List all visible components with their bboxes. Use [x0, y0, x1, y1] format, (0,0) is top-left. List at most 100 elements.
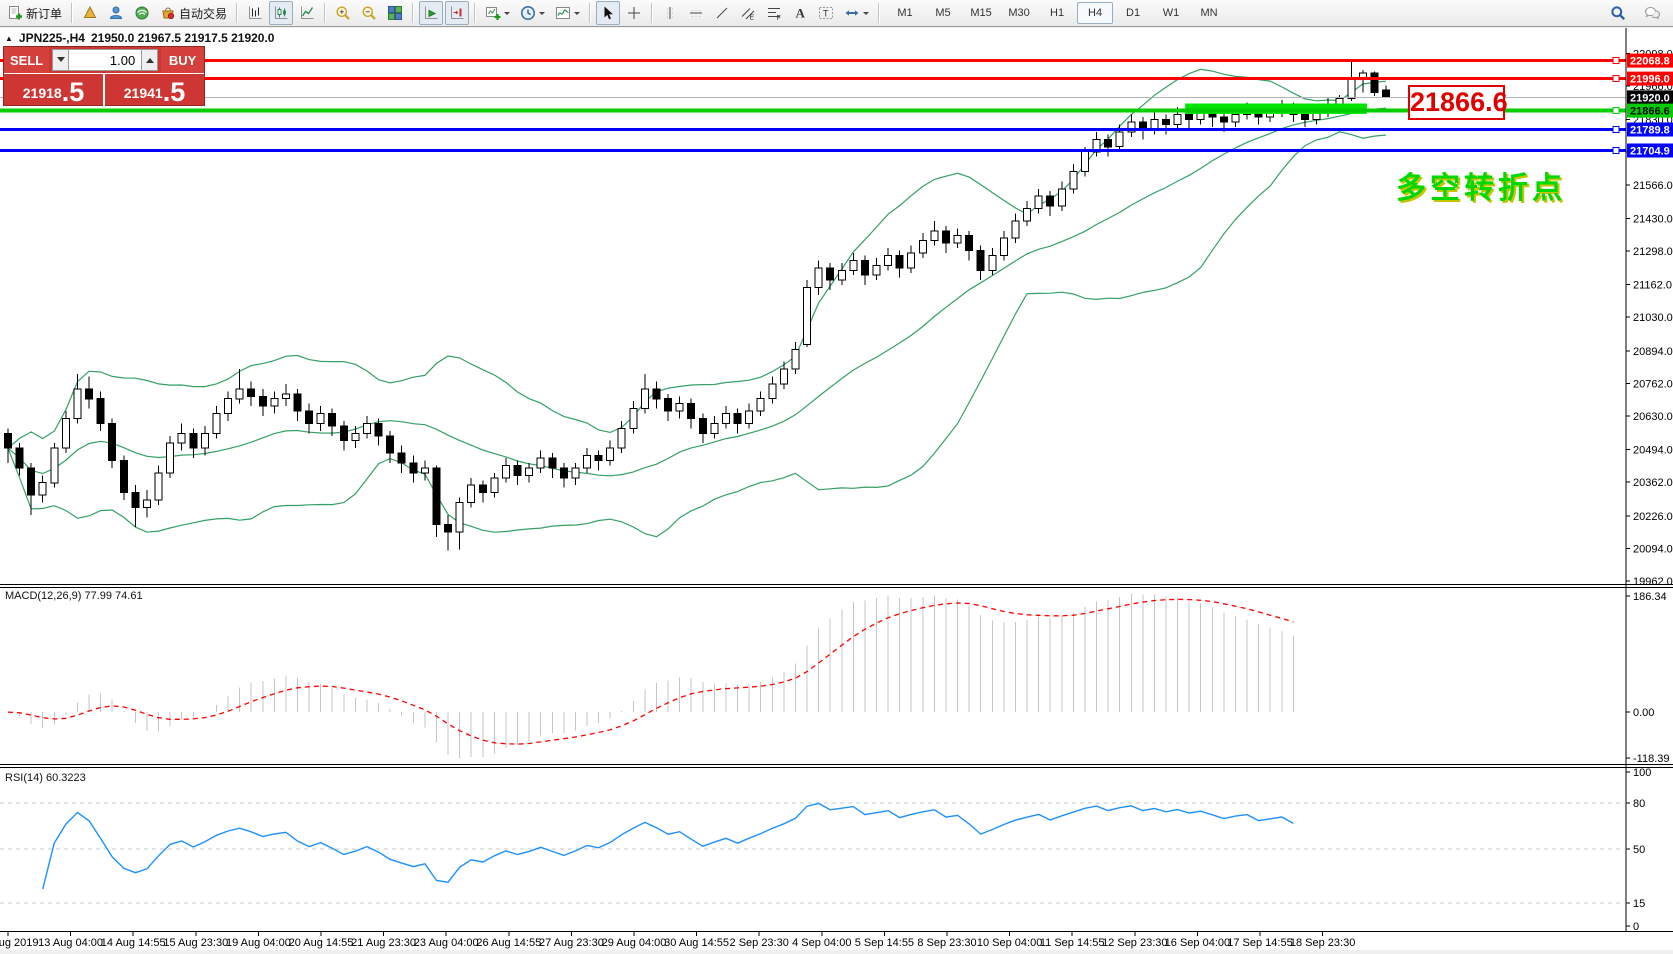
candle — [804, 280, 811, 347]
svg-text:E: E — [750, 15, 755, 22]
chat-icon — [1644, 5, 1660, 21]
auto-trading-button[interactable]: 自动交易 — [156, 1, 231, 25]
volume-decrease-button[interactable] — [52, 49, 69, 71]
channel-button[interactable]: E — [736, 1, 760, 25]
buy-button[interactable]: BUY — [161, 47, 204, 73]
price-label: 21789.8 — [1627, 123, 1673, 137]
trendline-icon — [714, 5, 730, 21]
arrows-button[interactable] — [840, 1, 873, 25]
toolbar: 新订单 自动交易 E FAT M1M5M15M30H1H4D1W1MN — [0, 0, 1673, 27]
svg-text:21566.0: 21566.0 — [1633, 180, 1673, 192]
line-chart-button[interactable] — [295, 1, 319, 25]
svg-text:15: 15 — [1633, 898, 1645, 910]
tile-windows-button[interactable] — [383, 1, 407, 25]
svg-text:21298.0: 21298.0 — [1633, 246, 1673, 258]
svg-text:20762.0: 20762.0 — [1633, 378, 1673, 390]
timeframe-button-w1[interactable]: W1 — [1153, 2, 1189, 24]
svg-text:20094.0: 20094.0 — [1633, 544, 1673, 556]
zoom-out-icon — [361, 5, 377, 21]
svg-text:20894.0: 20894.0 — [1633, 346, 1673, 358]
toolbar-separator — [878, 3, 880, 23]
svg-text:21866.6: 21866.6 — [1630, 106, 1670, 118]
timeframe-button-m5[interactable]: M5 — [925, 2, 961, 24]
chevron-down-icon — [574, 12, 580, 18]
indicators-button[interactable] — [551, 1, 584, 25]
svg-text:21430.0: 21430.0 — [1633, 213, 1673, 225]
svg-text:11 Aug 2019: 11 Aug 2019 — [0, 937, 38, 949]
search-button[interactable] — [1606, 1, 1630, 25]
chat-button[interactable] — [1640, 1, 1664, 25]
channel-icon: E — [740, 5, 756, 21]
mql5-button[interactable] — [78, 1, 102, 25]
svg-text:186.34: 186.34 — [1633, 591, 1667, 603]
chart-shift-button[interactable] — [445, 1, 469, 25]
svg-text:19 Aug 04:00: 19 Aug 04:00 — [226, 937, 291, 949]
svg-text:20226.0: 20226.0 — [1633, 511, 1673, 523]
svg-text:21996.0: 21996.0 — [1630, 74, 1670, 86]
text-annotation[interactable]: 多空转折点 — [1396, 163, 1566, 207]
toolbar-separator — [324, 3, 326, 23]
svg-text:50: 50 — [1633, 844, 1645, 856]
svg-text:21 Aug 23:30: 21 Aug 23:30 — [351, 937, 416, 949]
sell-button[interactable]: SELL — [4, 47, 49, 73]
community-button[interactable] — [104, 1, 128, 25]
buy-price[interactable]: 21941.5 — [103, 74, 204, 106]
cursor-button[interactable] — [596, 1, 620, 25]
timeframe-button-h1[interactable]: H1 — [1039, 2, 1075, 24]
chevron-down-icon — [504, 12, 510, 18]
auto-scroll-button[interactable] — [419, 1, 443, 25]
auto-trading-button-label: 自动交易 — [179, 5, 227, 22]
vline-button[interactable] — [658, 1, 682, 25]
timeframe-button-h4[interactable]: H4 — [1077, 2, 1113, 24]
label-icon: T — [818, 5, 834, 21]
gold-pyramid-icon — [82, 5, 98, 21]
svg-text:20 Aug 14:55: 20 Aug 14:55 — [289, 937, 354, 949]
zoom-in-button[interactable] — [331, 1, 355, 25]
text-icon: A — [792, 5, 808, 21]
fibonacci-button[interactable]: F — [762, 1, 786, 25]
crosshair-icon — [626, 5, 642, 21]
hline-button[interactable] — [684, 1, 708, 25]
volume-increase-button[interactable] — [141, 49, 158, 71]
sell-price[interactable]: 21918.5 — [4, 74, 103, 106]
fibonacci-icon: F — [766, 5, 782, 21]
svg-text:0: 0 — [1633, 921, 1639, 933]
timeframe-group: M1M5M15M30H1H4D1W1MN — [886, 2, 1228, 24]
new-order-icon — [7, 5, 23, 21]
new-order-button[interactable]: 新订单 — [3, 1, 66, 25]
toolbar-separator — [412, 3, 414, 23]
panel-collapse-arrow[interactable]: ▲ — [5, 34, 13, 43]
svg-text:21030.0: 21030.0 — [1633, 312, 1673, 324]
timeframe-button-mn[interactable]: MN — [1191, 2, 1227, 24]
timeframe-button-d1[interactable]: D1 — [1115, 2, 1151, 24]
candle — [1371, 71, 1378, 96]
svg-text:16 Sep 04:00: 16 Sep 04:00 — [1165, 937, 1230, 949]
bars-chart-button[interactable] — [243, 1, 267, 25]
cursor-icon — [600, 5, 616, 21]
candles-chart-button[interactable] — [269, 1, 293, 25]
one-click-trading-panel: SELL BUY 21918.5 21941.5 — [3, 46, 205, 106]
new-order-button-label: 新订单 — [26, 5, 62, 22]
hline-icon — [688, 5, 704, 21]
svg-text:100: 100 — [1633, 767, 1651, 779]
label-button[interactable]: T — [814, 1, 838, 25]
price-label: 21866.6 — [1627, 104, 1673, 118]
new-chart-button[interactable] — [481, 1, 514, 25]
timeframe-button-m15[interactable]: M15 — [963, 2, 999, 24]
price-annotation-box[interactable]: 21866.6 — [1408, 85, 1505, 120]
periods-button[interactable] — [516, 1, 549, 25]
toolbar-separator — [236, 3, 238, 23]
svg-text:19962.0: 19962.0 — [1633, 576, 1673, 588]
svg-text:-118.39: -118.39 — [1633, 753, 1670, 765]
rsi-indicator-label: RSI(14) 60.3223 — [5, 772, 86, 784]
timeframe-button-m30[interactable]: M30 — [1001, 2, 1037, 24]
crosshair-button[interactable] — [622, 1, 646, 25]
zoom-out-button[interactable] — [357, 1, 381, 25]
trendline-button[interactable] — [710, 1, 734, 25]
timeframe-button-m1[interactable]: M1 — [887, 2, 923, 24]
signals-button[interactable] — [130, 1, 154, 25]
volume-input[interactable] — [69, 49, 141, 71]
text-button[interactable]: A — [788, 1, 812, 25]
candles-chart-icon — [273, 5, 289, 21]
svg-text:26 Aug 14:55: 26 Aug 14:55 — [476, 937, 541, 949]
